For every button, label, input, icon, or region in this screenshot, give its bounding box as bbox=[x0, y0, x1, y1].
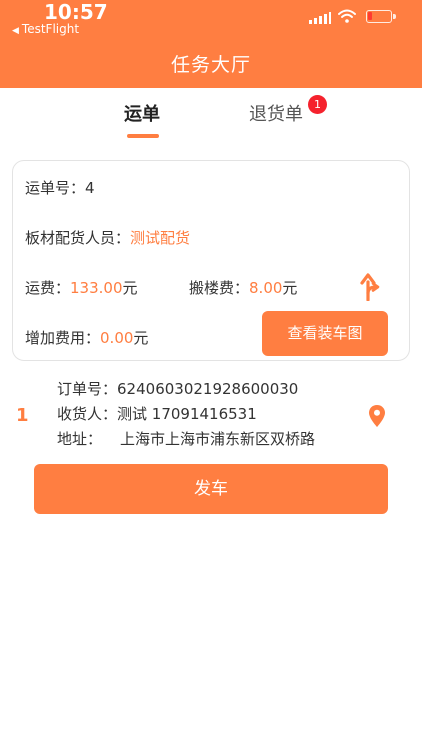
page-title: 任务大厅 bbox=[170, 54, 251, 76]
waybill-card: 运单号：4 板材配货人员：测试配货 运费：133.00元 搬楼费：8.00元 增… bbox=[12, 160, 410, 361]
distributor-name: 测试配货 bbox=[130, 229, 191, 247]
address-value: 上海市上海市浦东新区双桥路 bbox=[120, 430, 316, 448]
stairs-fee-row: 搬楼费：8.00元 bbox=[189, 277, 297, 298]
address-label: 地址： bbox=[57, 430, 103, 448]
receiver-row: 收货人：测试 17091416531 bbox=[57, 403, 257, 424]
navigation-route-icon[interactable] bbox=[359, 273, 381, 301]
freight-value: 133.00 bbox=[70, 279, 123, 297]
back-app-label: TestFlight bbox=[21, 22, 80, 36]
order-index: 1 bbox=[16, 405, 29, 426]
cellular-signal-icon bbox=[309, 12, 331, 24]
active-tab-indicator bbox=[127, 134, 159, 138]
tab-waybill[interactable]: 运单 bbox=[124, 100, 160, 126]
view-loading-diagram-button[interactable]: 查看装车图 bbox=[262, 311, 388, 356]
wifi-icon bbox=[338, 9, 356, 23]
depart-button[interactable]: 发车 bbox=[34, 464, 388, 514]
receiver-label: 收货人： bbox=[57, 405, 118, 423]
waybill-number: 4 bbox=[85, 179, 95, 197]
stairs-fee-label: 搬楼费： bbox=[189, 279, 250, 297]
extra-fee-row: 增加费用：0.00元 bbox=[25, 327, 148, 348]
tab-return-order[interactable]: 退货单 bbox=[249, 100, 303, 126]
order-item[interactable]: 1 订单号：6240603021928600030 收货人：测试 1709141… bbox=[0, 372, 422, 454]
stairs-fee-unit: 元 bbox=[282, 279, 298, 297]
waybill-number-label: 运单号： bbox=[25, 179, 86, 197]
tab-bar: 运单 退货单 1 bbox=[0, 88, 422, 144]
back-to-testflight[interactable]: ◀ TestFlight bbox=[12, 22, 79, 36]
header-bar: 10:57 ◀ TestFlight 任务大厅 bbox=[0, 0, 422, 88]
status-time: 10:57 bbox=[44, 0, 108, 24]
receiver-value: 测试 17091416531 bbox=[117, 405, 257, 423]
location-pin-icon[interactable] bbox=[368, 404, 386, 428]
stairs-fee-value: 8.00 bbox=[249, 279, 283, 297]
freight-row: 运费：133.00元 bbox=[25, 277, 138, 298]
distributor-row: 板材配货人员：测试配货 bbox=[25, 227, 190, 248]
battery-icon bbox=[366, 10, 396, 23]
order-number-label: 订单号： bbox=[57, 380, 118, 398]
extra-fee-unit: 元 bbox=[133, 329, 149, 347]
extra-fee-label: 增加费用： bbox=[25, 329, 101, 347]
waybill-number-row: 运单号：4 bbox=[25, 177, 95, 198]
order-number: 6240603021928600030 bbox=[117, 380, 299, 398]
back-triangle-icon: ◀ bbox=[12, 26, 19, 36]
distributor-label: 板材配货人员： bbox=[25, 229, 131, 247]
return-order-badge: 1 bbox=[308, 95, 327, 114]
freight-unit: 元 bbox=[122, 279, 138, 297]
order-number-row: 订单号：6240603021928600030 bbox=[57, 378, 298, 399]
freight-label: 运费： bbox=[25, 279, 71, 297]
address-row: 地址： 上海市上海市浦东新区双桥路 bbox=[57, 428, 315, 449]
extra-fee-value: 0.00 bbox=[100, 329, 134, 347]
